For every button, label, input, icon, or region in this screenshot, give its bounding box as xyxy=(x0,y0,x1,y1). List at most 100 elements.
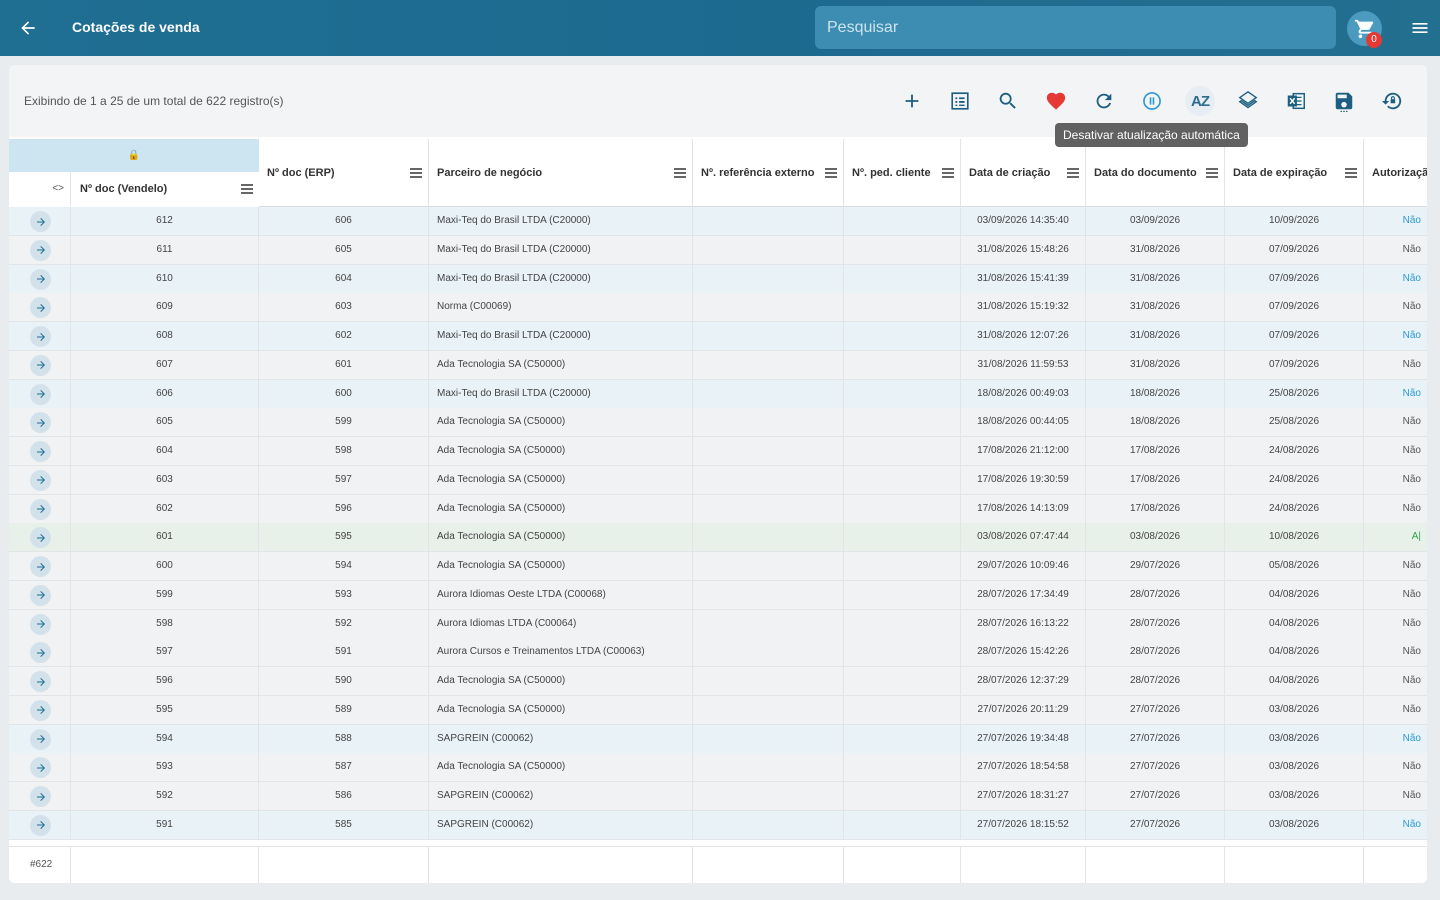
table-row[interactable]: 601 595 Ada Tecnologia SA (C50000) 03/08/20… xyxy=(9,523,1427,553)
table-row[interactable]: 598 592 Aurora Idiomas LTDA (C00064) 28/07/… xyxy=(9,609,1427,639)
column-menu-icon[interactable] xyxy=(825,168,837,178)
table-row[interactable]: 600 594 Ada Tecnologia SA (C50000) 29/07/20… xyxy=(9,552,1427,581)
hamburger-menu-button[interactable] xyxy=(1408,16,1432,40)
favorites-button[interactable] xyxy=(1041,87,1071,115)
toggle-auto-refresh-button[interactable] xyxy=(1137,87,1167,115)
table-row[interactable]: 594 588 SAPGREIN (C00062) 27/07/2026 19:34:… xyxy=(9,724,1427,754)
open-row-button[interactable] xyxy=(30,757,51,779)
open-row-button[interactable] xyxy=(30,556,51,577)
refresh-button[interactable] xyxy=(1089,87,1119,115)
sort-az-button[interactable]: AZ xyxy=(1185,86,1215,116)
column-header-doc-date[interactable]: Data do documento xyxy=(1086,139,1225,207)
cell-exp-date: 07/09/2026 xyxy=(1225,264,1364,293)
table-row[interactable]: 593 587 Ada Tecnologia SA (C50000) 27/07/20… xyxy=(9,753,1427,783)
table-row[interactable]: 599 593 Aurora Idiomas Oeste LTDA (C00068)… xyxy=(9,580,1427,610)
table-row[interactable]: 608 602 Maxi-Teq do Brasil LTDA (C20000) 31… xyxy=(9,322,1427,351)
column-header-external-ref[interactable]: Nº. referência externo xyxy=(693,139,844,207)
table-row[interactable]: 603 597 Ada Tecnologia SA (C50000) 17/08/20… xyxy=(9,465,1427,495)
open-row-button[interactable] xyxy=(30,297,51,319)
table-row[interactable]: 602 596 Ada Tecnologia SA (C50000) 17/08/20… xyxy=(9,494,1427,524)
column-header-customer-order[interactable]: Nº. ped. cliente xyxy=(844,139,961,207)
cell-open xyxy=(9,609,71,638)
back-button[interactable] xyxy=(14,14,42,42)
search-button[interactable] xyxy=(993,87,1023,115)
restore-layout-button[interactable] xyxy=(1377,87,1407,115)
column-header-erp[interactable]: Nº doc (ERP) xyxy=(259,139,429,207)
open-row-button[interactable] xyxy=(30,412,51,434)
open-row-button[interactable] xyxy=(30,699,51,721)
menu-icon xyxy=(1412,23,1428,33)
cell-open xyxy=(9,235,71,264)
cell-open xyxy=(9,465,71,494)
list-view-button[interactable] xyxy=(945,87,975,115)
add-button[interactable] xyxy=(897,87,927,115)
column-header-partner[interactable]: Parceiro de negócio xyxy=(429,139,693,207)
open-row-button[interactable] xyxy=(30,326,51,347)
table-row[interactable]: 591 585 SAPGREIN (C00062) 27/07/2026 18:15:… xyxy=(9,810,1427,840)
cell-partner: Ada Tecnologia SA (C50000) xyxy=(429,753,693,782)
table-row[interactable]: 612 606 Maxi-Teq do Brasil LTDA (C20000) 03… xyxy=(9,207,1427,236)
open-row-button[interactable] xyxy=(30,268,51,290)
table-row[interactable]: 596 590 Ada Tecnologia SA (C50000) 28/07/20… xyxy=(9,667,1427,696)
table-row[interactable]: 611 605 Maxi-Teq do Brasil LTDA (C20000) 31… xyxy=(9,235,1427,265)
open-row-button[interactable] xyxy=(30,584,51,606)
arrow-right-icon xyxy=(36,792,45,801)
open-row-button[interactable] xyxy=(30,613,51,635)
column-menu-icon[interactable] xyxy=(1345,168,1357,178)
open-row-button[interactable] xyxy=(30,441,51,462)
table-row[interactable]: 610 604 Maxi-Teq do Brasil LTDA (C20000) 31… xyxy=(9,264,1427,294)
open-row-button[interactable] xyxy=(30,383,51,405)
cell-created: 31/08/2026 12:07:26 xyxy=(961,322,1086,350)
search-input[interactable] xyxy=(815,6,1336,49)
table-row[interactable]: 605 599 Ada Tecnologia SA (C50000) 18/08/20… xyxy=(9,408,1427,438)
open-row-button[interactable] xyxy=(30,786,51,807)
cell-exp-date: 04/08/2026 xyxy=(1225,667,1364,695)
export-excel-button[interactable] xyxy=(1281,87,1311,115)
table-row[interactable]: 597 591 Aurora Cursos e Treinamentos LTDA … xyxy=(9,638,1427,668)
cell-external-ref xyxy=(693,523,844,552)
table-row[interactable]: 607 601 Ada Tecnologia SA (C50000) 31/08/20… xyxy=(9,350,1427,380)
open-row-button[interactable] xyxy=(30,498,51,520)
add-icon xyxy=(905,94,919,108)
column-menu-icon[interactable] xyxy=(410,168,422,178)
column-menu-icon[interactable] xyxy=(942,168,954,178)
cell-authorization: Não xyxy=(1402,761,1421,773)
cell-doc-date: 31/08/2026 xyxy=(1086,293,1225,322)
cell-created: 31/08/2026 15:19:32 xyxy=(961,293,1086,322)
column-header-vendelo[interactable]: Nº doc (Vendelo) xyxy=(71,172,259,206)
open-row-button[interactable] xyxy=(30,728,51,750)
open-row-button[interactable] xyxy=(30,211,51,232)
cell-external-ref xyxy=(693,437,844,465)
open-row-button[interactable] xyxy=(30,642,51,664)
open-row-button[interactable] xyxy=(30,527,51,549)
expand-toggle-button[interactable]: <> xyxy=(9,172,71,206)
cell-exp-date: 07/09/2026 xyxy=(1225,235,1364,264)
open-row-button[interactable] xyxy=(30,814,51,836)
cell-external-ref xyxy=(693,552,844,580)
column-menu-icon[interactable] xyxy=(1206,168,1218,178)
table-row[interactable]: 609 603 Norma (C00069) 31/08/2026 15:19:32 3… xyxy=(9,293,1427,323)
table-row[interactable]: 606 600 Maxi-Teq do Brasil LTDA (C20000) 18… xyxy=(9,379,1427,409)
layers-icon xyxy=(1238,90,1258,109)
column-menu-icon[interactable] xyxy=(674,168,686,178)
save-button[interactable] xyxy=(1329,87,1359,115)
cell-authorization: Não xyxy=(1402,560,1421,571)
open-row-button[interactable] xyxy=(30,239,51,261)
restore-icon xyxy=(1381,92,1402,110)
layers-button[interactable] xyxy=(1233,87,1263,115)
column-header-exp-date[interactable]: Data de expiração xyxy=(1225,139,1364,207)
table-row[interactable]: 592 586 SAPGREIN (C00062) 27/07/2026 18:31:… xyxy=(9,782,1427,811)
open-row-button[interactable] xyxy=(30,354,51,376)
column-header-authorization[interactable]: Autorização xyxy=(1364,139,1427,207)
cell-vendelo: 609 xyxy=(71,293,259,322)
cell-customer-order xyxy=(844,494,961,523)
table-row[interactable]: 604 598 Ada Tecnologia SA (C50000) 17/08/20… xyxy=(9,437,1427,466)
column-menu-icon[interactable] xyxy=(1067,168,1079,178)
cell-created: 27/07/2026 20:11:29 xyxy=(961,695,1086,724)
open-row-button[interactable] xyxy=(30,671,51,692)
table-row[interactable]: 595 589 Ada Tecnologia SA (C50000) 27/07/20… xyxy=(9,695,1427,725)
open-row-button[interactable] xyxy=(30,469,51,491)
column-menu-icon[interactable] xyxy=(241,184,253,194)
column-header-created[interactable]: Data de criação xyxy=(961,139,1086,207)
cell-partner: Maxi-Teq do Brasil LTDA (C20000) xyxy=(429,379,693,408)
